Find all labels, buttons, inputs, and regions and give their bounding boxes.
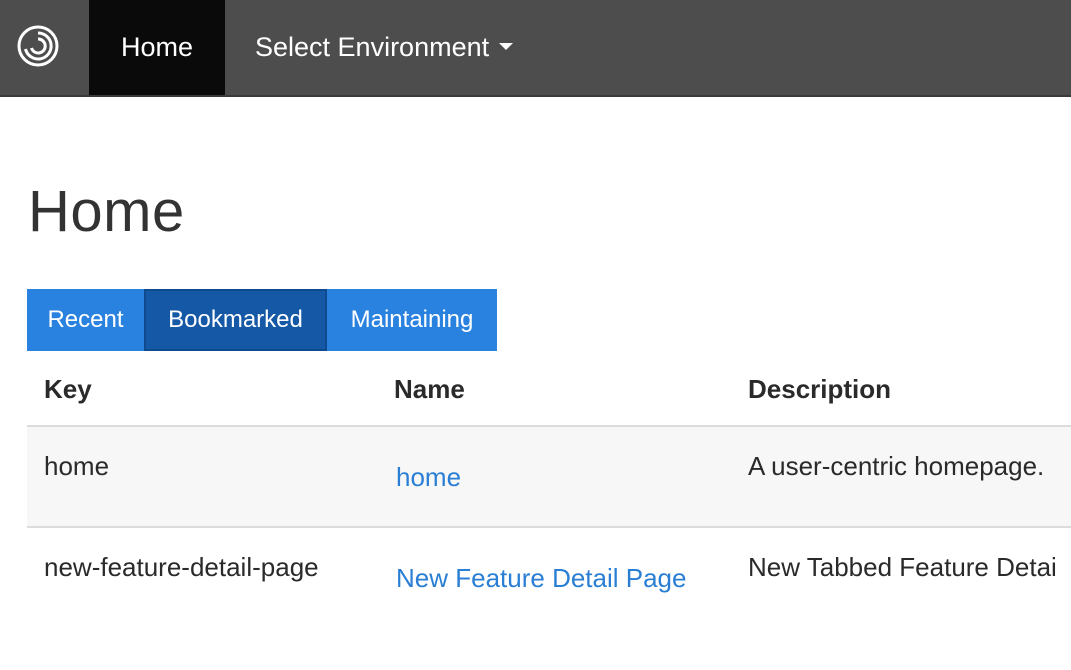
tab-bookmarked[interactable]: Bookmarked bbox=[144, 289, 327, 351]
caret-down-icon bbox=[499, 43, 514, 51]
select-environment-dropdown[interactable]: Select Environment bbox=[255, 0, 514, 95]
table-header: Key Name Description bbox=[27, 351, 1071, 427]
app-logo-icon[interactable] bbox=[16, 24, 60, 68]
home-tabs: Recent Bookmarked Maintaining bbox=[27, 289, 497, 351]
nav-home-link[interactable]: Home bbox=[89, 0, 225, 95]
table-row: home home A user-centric homepage. bbox=[27, 427, 1071, 528]
row-description: New Tabbed Feature Detai bbox=[748, 552, 1057, 582]
tab-recent[interactable]: Recent bbox=[27, 289, 144, 351]
header-name: Name bbox=[394, 374, 465, 404]
bookmarked-table: Key Name Description home home A user-ce… bbox=[27, 351, 1071, 627]
header-key: Key bbox=[44, 374, 92, 404]
row-name-link[interactable]: New Feature Detail Page bbox=[396, 563, 686, 594]
tab-maintaining[interactable]: Maintaining bbox=[327, 289, 497, 351]
row-name-link[interactable]: home bbox=[396, 462, 461, 493]
page-title: Home bbox=[28, 179, 185, 244]
row-description: A user-centric homepage. bbox=[748, 451, 1045, 481]
table-row: new-feature-detail-page New Feature Deta… bbox=[27, 528, 1071, 627]
header-description: Description bbox=[748, 374, 892, 404]
top-navbar: Home Select Environment bbox=[0, 0, 1071, 97]
row-key: new-feature-detail-page bbox=[44, 552, 319, 582]
select-environment-label: Select Environment bbox=[255, 32, 490, 62]
row-key: home bbox=[44, 451, 110, 481]
